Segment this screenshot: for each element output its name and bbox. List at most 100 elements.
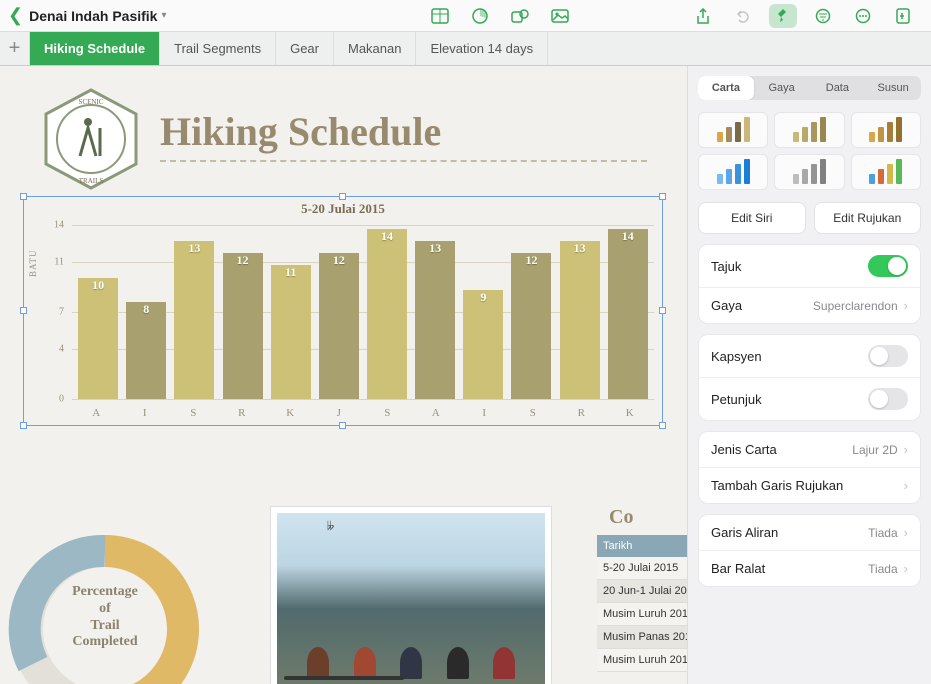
donut-chart[interactable]: Percentage of Trail Completed xyxy=(0,514,210,684)
chevron-right-icon: › xyxy=(904,442,908,457)
segment-data[interactable]: Data xyxy=(810,76,866,100)
tab-gear[interactable]: Gear xyxy=(276,32,334,65)
table-row[interactable]: Musim Luruh 201 xyxy=(597,649,687,672)
chart-style-thumbnail[interactable] xyxy=(698,112,768,148)
row-label: Kapsyen xyxy=(711,349,868,364)
sheet-canvas[interactable]: SCENIC TRAILS Hiking Schedule 5-20 Julai… xyxy=(0,66,687,684)
document-title[interactable]: Denai Indah Pasifik xyxy=(29,8,157,24)
filter-icon[interactable] xyxy=(809,4,837,28)
donut-center-label: Percentage of Trail Completed xyxy=(0,584,210,651)
sidebar-row[interactable]: Bar RalatTiada› xyxy=(699,551,920,586)
chevron-right-icon: › xyxy=(904,525,908,540)
row-label: Tambah Garis Rujukan xyxy=(711,478,904,493)
bird-icon: 𝄫 xyxy=(327,519,334,534)
sidebar-list: Jenis CartaLajur 2D›Tambah Garis Rujukan… xyxy=(698,431,921,504)
y-tick: 11 xyxy=(54,257,64,268)
chart-style-thumbnail[interactable] xyxy=(851,112,921,148)
chevron-right-icon: › xyxy=(904,478,908,493)
svg-text:SCENIC: SCENIC xyxy=(79,98,104,106)
sidebar-row[interactable]: Tambah Garis Rujukan› xyxy=(699,468,920,503)
sidebar-row[interactable]: Garis AliranTiada› xyxy=(699,515,920,551)
selection-handle[interactable] xyxy=(339,193,346,200)
x-tick: I xyxy=(125,407,165,419)
selection-handle[interactable] xyxy=(659,422,666,429)
sidebar-row[interactable]: Kapsyen xyxy=(699,335,920,378)
table-row[interactable]: Musim Luruh 201 xyxy=(597,603,687,626)
y-tick: 14 xyxy=(54,220,64,231)
top-toolbar: ❮ Denai Indah Pasifik ▾ xyxy=(0,0,931,32)
undo-icon[interactable] xyxy=(729,4,757,28)
selection-handle[interactable] xyxy=(20,307,27,314)
summary-table[interactable]: Co Tarikh 5-20 Julai 201520 Jun-1 Julai … xyxy=(597,506,687,684)
row-label: Gaya xyxy=(711,298,813,313)
table-row[interactable]: 20 Jun-1 Julai 20 xyxy=(597,580,687,603)
sidebar-list: TajukGayaSuperclarendon› xyxy=(698,244,921,324)
x-tick: A xyxy=(76,407,116,419)
segment-susun[interactable]: Susun xyxy=(865,76,921,100)
right-tool-group xyxy=(683,4,923,28)
selection-handle[interactable] xyxy=(339,422,346,429)
table-header: Tarikh xyxy=(597,535,687,557)
sheet-heading: Hiking Schedule xyxy=(160,108,441,155)
selection-handle[interactable] xyxy=(659,307,666,314)
toggle-switch[interactable] xyxy=(868,388,908,410)
bar: 11 xyxy=(271,265,311,399)
tab-elevation[interactable]: Elevation 14 days xyxy=(416,32,548,65)
bar: 13 xyxy=(174,241,214,399)
edit-series-button[interactable]: Edit Siri xyxy=(698,202,806,234)
chart-style-thumbnail[interactable] xyxy=(698,154,768,190)
edit-references-button[interactable]: Edit Rujukan xyxy=(814,202,922,234)
insert-chart-icon[interactable] xyxy=(466,4,494,28)
tab-hiking-schedule[interactable]: Hiking Schedule xyxy=(30,32,160,65)
divider-dashed xyxy=(160,160,647,162)
segment-gaya[interactable]: Gaya xyxy=(754,76,810,100)
chart-style-thumbnail[interactable] xyxy=(851,154,921,190)
table-row[interactable]: Musim Panas 201 xyxy=(597,626,687,649)
chart-style-thumbnail[interactable] xyxy=(774,112,844,148)
toggle-switch[interactable] xyxy=(868,255,908,277)
chart-style-grid xyxy=(688,108,931,200)
selection-handle[interactable] xyxy=(659,193,666,200)
row-value: Superclarendon xyxy=(813,299,898,313)
toggle-switch[interactable] xyxy=(868,345,908,367)
segment-carta[interactable]: Carta xyxy=(698,76,754,100)
sidebar-list: Kapsyen Petunjuk xyxy=(698,334,921,421)
insert-shape-icon[interactable] xyxy=(506,4,534,28)
insert-table-icon[interactable] xyxy=(426,4,454,28)
chart-title: 5-20 Julai 2015 xyxy=(24,197,662,217)
table-row[interactable]: 5-20 Julai 2015 xyxy=(597,557,687,580)
x-tick: K xyxy=(610,407,650,419)
sidebar-row[interactable]: GayaSuperclarendon› xyxy=(699,288,920,323)
bar: 9 xyxy=(463,290,503,399)
back-chevron-icon[interactable]: ❮ xyxy=(8,5,23,26)
sidebar-row[interactable]: Jenis CartaLajur 2D › xyxy=(699,432,920,468)
sidebar-row[interactable]: Tajuk xyxy=(699,245,920,288)
format-brush-icon[interactable] xyxy=(769,4,797,28)
sidebar-segments: Carta Gaya Data Susun xyxy=(698,76,921,100)
row-value: Lajur 2D xyxy=(852,443,897,457)
x-tick: S xyxy=(173,407,213,419)
share-icon[interactable] xyxy=(689,4,717,28)
chevron-right-icon: › xyxy=(904,561,908,576)
format-sidebar: Carta Gaya Data Susun Edit Siri Edit Ruj… xyxy=(687,66,931,684)
tab-trail-segments[interactable]: Trail Segments xyxy=(160,32,276,65)
sidebar-row[interactable]: Petunjuk xyxy=(699,378,920,420)
x-tick: R xyxy=(561,407,601,419)
bar: 8 xyxy=(126,302,166,399)
add-sheet-button[interactable]: + xyxy=(0,32,30,65)
selection-handle[interactable] xyxy=(20,193,27,200)
y-tick: 7 xyxy=(59,307,64,318)
bar-chart-selected[interactable]: 5-20 Julai 2015 BATU 0471114 10813121112… xyxy=(23,196,663,426)
insert-media-icon[interactable] xyxy=(546,4,574,28)
photo-placeholder[interactable]: 𝄫 xyxy=(270,506,552,684)
title-chevron-icon[interactable]: ▾ xyxy=(161,10,166,21)
row-label: Jenis Carta xyxy=(711,442,852,457)
chart-style-thumbnail[interactable] xyxy=(774,154,844,190)
more-icon[interactable] xyxy=(849,4,877,28)
x-tick: I xyxy=(464,407,504,419)
bar: 14 xyxy=(367,229,407,399)
selection-handle[interactable] xyxy=(20,422,27,429)
insert-text-icon[interactable] xyxy=(889,4,917,28)
tab-makanan[interactable]: Makanan xyxy=(334,32,416,65)
row-label: Bar Ralat xyxy=(711,561,868,576)
